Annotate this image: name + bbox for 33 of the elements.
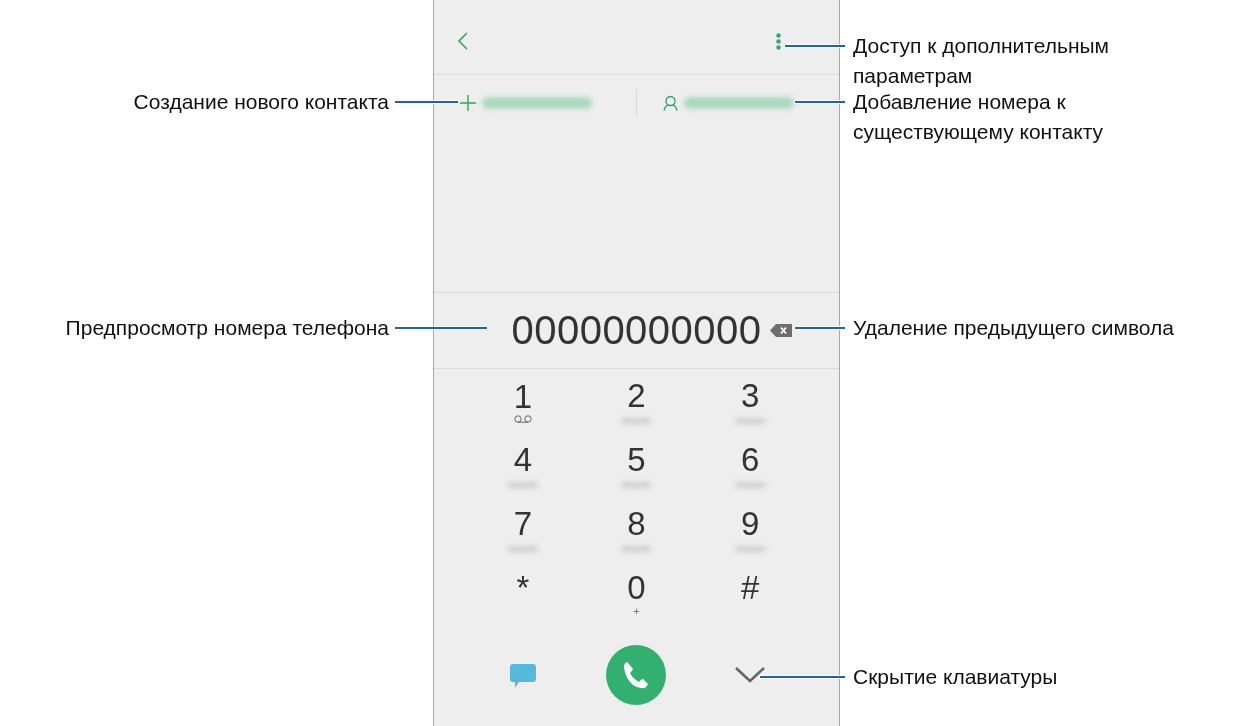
leader-line (395, 101, 458, 103)
person-icon[interactable] (663, 94, 678, 111)
callout-label: Создание нового контакта (133, 89, 389, 115)
callout-label: Удаление предыдущего символа (853, 315, 1174, 341)
more-options-icon[interactable] (776, 32, 781, 50)
message-icon[interactable] (508, 661, 537, 689)
dial-key[interactable]: 0 (627, 570, 646, 606)
leader-line (785, 45, 845, 47)
chevron-down-icon[interactable] (735, 667, 766, 683)
dial-key[interactable]: 8 (627, 506, 646, 542)
dial-key[interactable]: 6 (740, 442, 760, 478)
dial-key[interactable]: 3 (740, 378, 760, 414)
dial-key[interactable]: 7 (513, 506, 532, 542)
back-icon[interactable] (458, 32, 468, 50)
dial-key[interactable]: 5 (627, 442, 646, 478)
callout-label: Доступ к дополнительным параметрам (853, 33, 1110, 89)
dial-key[interactable]: * (516, 570, 530, 606)
callout-label: Скрытие клавиатуры (853, 664, 1058, 690)
backspace-icon[interactable] (770, 324, 792, 337)
leader-line (795, 101, 845, 103)
plus-icon[interactable] (460, 94, 476, 111)
dial-key[interactable]: # (740, 570, 760, 606)
callout-label: Добавление номера к существующему контакту (853, 89, 1105, 145)
callout-label: Предпросмотр номера телефона (65, 315, 389, 341)
leader-line (795, 327, 845, 329)
phone-number-field[interactable]: 00000000000 (511, 308, 762, 353)
dial-key[interactable]: 2 (627, 378, 646, 414)
call-button[interactable] (606, 645, 667, 705)
key-sub-label: + (633, 606, 640, 616)
dial-key[interactable]: 1 (513, 379, 532, 415)
dial-key[interactable]: 4 (513, 442, 532, 478)
voicemail-icon (513, 415, 532, 423)
dial-key[interactable]: 9 (740, 506, 760, 542)
